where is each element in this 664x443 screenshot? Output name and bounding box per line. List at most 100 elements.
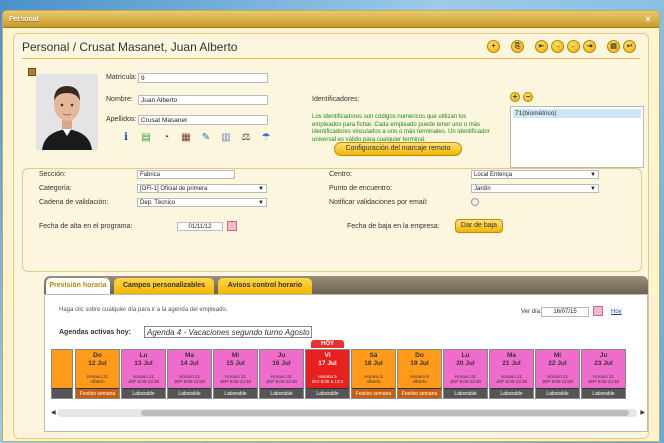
day-date: 21 Jul	[502, 359, 521, 367]
day-header: Ma 21 Jul	[490, 350, 533, 372]
calendar-day[interactable]: Ma 14 Jul Horario 21 JEP 9:00-13:30 Laborab…	[167, 349, 212, 399]
fecha-baja-label: Fecha de baja en la empresa:	[347, 223, 440, 230]
day-weekday: Ju	[277, 352, 286, 359]
scroll-left-icon[interactable]: ◀	[51, 409, 56, 416]
scrollbar-thumb[interactable]	[141, 410, 629, 416]
day-weekday: Sá	[369, 352, 378, 359]
day-date: 15 Jul	[226, 359, 245, 367]
day-schedule: Horario 5 Alberto	[410, 374, 429, 384]
calendar-day[interactable]: Mi 22 Jul Horario 21 JEP 9:00-13:30 Laborab…	[535, 349, 580, 399]
calendar-day[interactable]: Lu 13 Jul Horario 21 JEP 9:00-13:30 Laborab…	[121, 349, 166, 399]
tab-campos-personalizables[interactable]: Campos personalizables	[114, 278, 214, 294]
scroll-right-icon[interactable]: ▶	[640, 409, 645, 416]
calendar-picker-icon[interactable]	[227, 221, 237, 231]
day-date: 17 Jul	[318, 359, 337, 367]
notificar-checkbox[interactable]	[471, 198, 479, 206]
calendar-day[interactable]: Ju 16 Jul Horario 21 JEP 9:00-13:30 Laborab…	[259, 349, 304, 399]
tab-avisos-control-horario[interactable]: Avisos control horario	[218, 278, 312, 294]
day-date: 14 Jul	[180, 359, 199, 367]
day-date: 18 Jul	[364, 359, 383, 367]
hoy-link[interactable]: Hoy	[611, 309, 622, 315]
calendar-day[interactable]: Mi 15 Jul Horario 21 JEP 9:00-13:30 Laborab…	[213, 349, 258, 399]
day-type	[52, 388, 72, 398]
document-icon[interactable]: ▤	[140, 132, 152, 144]
calendar-day[interactable]: Ju 23 Jul Horario 21 JEP 9:00-13:30 Laborab…	[581, 349, 626, 399]
day-type: Laborable	[490, 388, 533, 398]
day-date: 12 Jul	[88, 359, 107, 367]
chevron-down-icon: ▼	[258, 200, 264, 206]
day-schedule: Horario 5 Alberto	[364, 374, 383, 384]
punto-select[interactable]: Jardín ▼	[471, 184, 599, 193]
calendar-picker-icon[interactable]	[593, 306, 603, 316]
calendar-day[interactable]: Vi 17 Jul Horario 5 DIV 8:00 a 13:3 Laborab…	[305, 349, 350, 399]
day-schedule	[52, 372, 72, 388]
close-icon[interactable]: ×	[643, 14, 653, 24]
day-type: Laborable	[214, 388, 257, 398]
back-button[interactable]: ↩	[623, 40, 636, 53]
calendar-day[interactable]: Lu 20 Jul Horario 21 JEP 9:00-13:30 Laborab…	[443, 349, 488, 399]
calendar-day[interactable]: Ma 21 Jul Horario 21 JEP 9:00-13:30 Laborab…	[489, 349, 534, 399]
day-header: Do 12 Jul	[76, 350, 119, 372]
umbrella-icon[interactable]: ☂	[260, 132, 272, 144]
day-date: 19 Jul	[410, 359, 429, 367]
assignment-section: Sección: Fabrica Categoría: [OFI-1] Ofic…	[22, 168, 642, 272]
chevron-down-icon: ▼	[590, 186, 596, 192]
scale-icon[interactable]: ⚖	[240, 132, 252, 144]
calendar-day[interactable]: Sá 18 Jul Horario 5 Alberto Festivo semana	[351, 349, 396, 399]
day-schedule: Horario 21 JEP 9:00-13:30	[588, 374, 619, 384]
day-header: Ju 16 Jul	[260, 350, 303, 372]
day-schedule: Horario 21 JEP 9:00-13:30	[266, 374, 297, 384]
day-weekday: Ma	[506, 352, 517, 359]
add-identifier-icon[interactable]: +	[510, 92, 520, 102]
hoy-badge: HOY	[311, 340, 344, 348]
nombre-field[interactable]: Juan Alberto	[138, 95, 268, 105]
day-header: Lu 20 Jul	[444, 350, 487, 372]
ver-dia-field[interactable]: 16/07/15	[541, 307, 589, 317]
fecha-alta-field[interactable]: 01/11/12	[177, 222, 223, 231]
folder-icon[interactable]: ▥	[220, 132, 232, 144]
matricula-field[interactable]: 9	[138, 73, 268, 83]
copy-button[interactable]: ⎘	[511, 40, 524, 53]
identifier-item[interactable]: 71(biométrico)	[513, 109, 641, 118]
day-weekday: Lu	[139, 352, 148, 359]
calendar-day[interactable]: Do 12 Jul Horario 21 Alberto Festivo semana	[75, 349, 120, 399]
personal-window: Personal × Personal / Crusat Masanet, Ju…	[2, 10, 660, 442]
calendar-day[interactable]: Do 19 Jul Horario 5 Alberto Festivo semana	[397, 349, 442, 399]
identificadores-title: Identificadores:	[312, 96, 360, 103]
day-date: 22 Jul	[548, 359, 567, 367]
window-titlebar[interactable]: Personal ×	[3, 11, 659, 28]
list-button[interactable]: ▤	[607, 40, 620, 53]
day-header	[52, 350, 72, 372]
horizontal-scrollbar[interactable]: ◀ ▶	[51, 409, 645, 417]
cadena-value: Dep. Técnico	[140, 200, 176, 206]
cadena-select[interactable]: Dep. Técnico ▼	[137, 198, 267, 207]
categoria-select[interactable]: [OFI-1] Oficial de primera ▼	[137, 184, 267, 193]
day-header: Mi 15 Jul	[214, 350, 257, 372]
day-date: 20 Jul	[456, 359, 475, 367]
header-divider	[22, 58, 640, 59]
previous-record-button[interactable]: ←	[567, 40, 580, 53]
remove-identifier-icon[interactable]: −	[523, 92, 533, 102]
main-panel: Personal / Crusat Masanet, Juan Alberto …	[13, 33, 649, 439]
dar-de-baja-button[interactable]: Dar de baja	[455, 219, 503, 233]
hint-text: Haga clic sobre cualquier día para ir a …	[59, 307, 228, 313]
centro-select[interactable]: Local Entença ▼	[471, 170, 599, 179]
clock-icon[interactable]: ◔	[160, 132, 172, 144]
day-weekday: Mi	[231, 352, 240, 359]
next-record-button[interactable]: →	[551, 40, 564, 53]
seccion-label: Sección:	[39, 171, 66, 178]
chevron-down-icon: ▼	[590, 172, 596, 178]
first-record-button[interactable]: ⇤	[535, 40, 548, 53]
tools-icon[interactable]: ✎	[200, 132, 212, 144]
seccion-field[interactable]: Fabrica	[137, 170, 235, 179]
calendar-day-partial[interactable]	[51, 349, 73, 399]
add-button[interactable]: +	[487, 40, 500, 53]
configuracion-marcaje-button[interactable]: Configuración del marcaje remoto	[334, 142, 462, 156]
last-record-button[interactable]: ⇥	[583, 40, 596, 53]
tab-prevision-horaria[interactable]: Previsión horaria	[46, 278, 110, 294]
info-icon[interactable]: i	[120, 132, 132, 144]
day-weekday: Lu	[461, 352, 470, 359]
photo-edit-icon[interactable]	[28, 68, 36, 76]
apellidos-field[interactable]: Crusat Masanet	[138, 115, 268, 125]
calendar-icon[interactable]: ▦	[180, 132, 192, 144]
